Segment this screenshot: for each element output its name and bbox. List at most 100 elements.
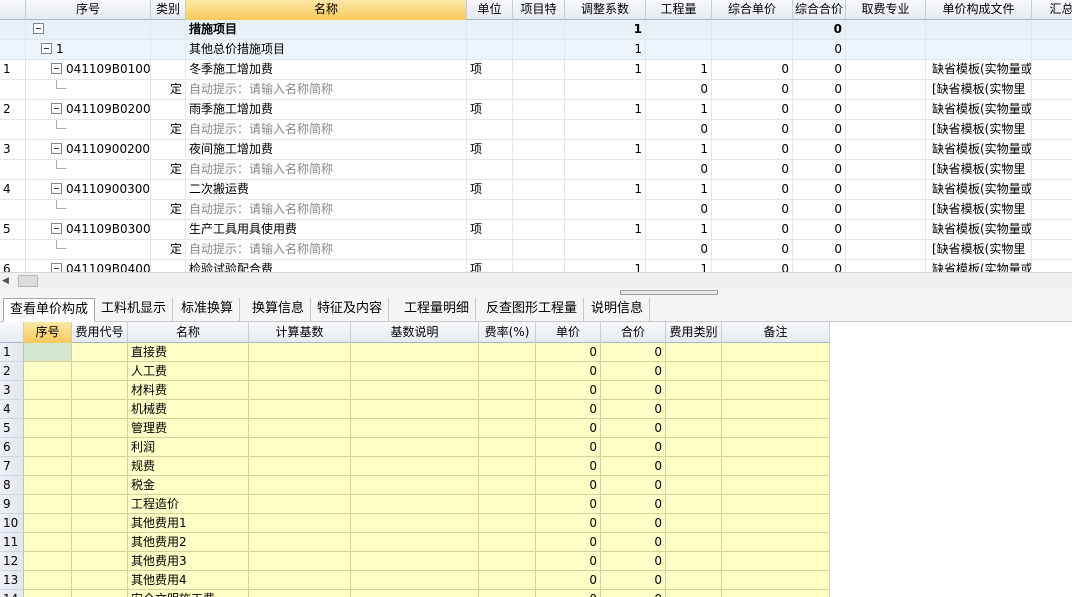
summary-cell[interactable] bbox=[1032, 80, 1072, 100]
quantity-cell[interactable]: 0 bbox=[646, 240, 712, 260]
composition-column-header-6[interactable]: 单价 bbox=[536, 322, 601, 343]
composition-row[interactable]: 12 其他费用3 0 0 bbox=[0, 552, 830, 571]
composition-cell-7[interactable]: 0 bbox=[601, 476, 666, 495]
composition-cell-7[interactable]: 0 bbox=[601, 495, 666, 514]
composition-cell-3[interactable] bbox=[249, 419, 351, 438]
composition-cell-1[interactable] bbox=[72, 552, 128, 571]
composition-cell-0[interactable] bbox=[24, 419, 72, 438]
name-cell[interactable]: 夜间施工增加费 bbox=[186, 140, 467, 160]
composition-cell-0[interactable] bbox=[24, 438, 72, 457]
composition-cell-7[interactable]: 0 bbox=[601, 533, 666, 552]
composition-cell-8[interactable] bbox=[666, 438, 722, 457]
unit-cell[interactable] bbox=[467, 160, 513, 180]
code-cell[interactable]: 041109B04001 bbox=[26, 260, 151, 272]
composition-row[interactable]: 3 材料费 0 0 bbox=[0, 381, 830, 400]
type-cell[interactable] bbox=[151, 60, 186, 80]
composition-cell-2[interactable]: 其他费用4 bbox=[128, 571, 249, 590]
composition-column-header-9[interactable]: 备注 bbox=[722, 322, 830, 343]
code-cell[interactable]: 041109B02001 bbox=[26, 100, 151, 120]
summary-cell[interactable] bbox=[1032, 120, 1072, 140]
composition-cell-8[interactable] bbox=[666, 590, 722, 597]
feature-cell[interactable] bbox=[513, 240, 565, 260]
table-row[interactable]: 2 041109B02001 雨季施工增加费项 1 1 0 0 缺省模板(实物量或 bbox=[0, 100, 1072, 120]
scrollbar-thumb[interactable] bbox=[18, 275, 38, 287]
column-header-1[interactable]: 类别 bbox=[151, 0, 186, 20]
unit-price-cell[interactable]: 0 bbox=[712, 80, 793, 100]
unit-cell[interactable]: 项 bbox=[467, 60, 513, 80]
unit-cell[interactable]: 项 bbox=[467, 140, 513, 160]
total-price-cell[interactable]: 0 bbox=[793, 120, 846, 140]
composition-cell-7[interactable]: 0 bbox=[601, 590, 666, 597]
tab-3[interactable]: 换算信息 bbox=[246, 298, 312, 322]
price-file-cell[interactable]: [缺省模板(实物里 bbox=[926, 80, 1032, 100]
composition-cell-7[interactable]: 0 bbox=[601, 438, 666, 457]
composition-cell-9[interactable] bbox=[722, 514, 830, 533]
composition-cell-3[interactable] bbox=[249, 400, 351, 419]
composition-column-header-0[interactable]: 序号 bbox=[24, 322, 72, 343]
composition-cell-9[interactable] bbox=[722, 552, 830, 571]
composition-cell-9[interactable] bbox=[722, 533, 830, 552]
composition-row[interactable]: 6 利润 0 0 bbox=[0, 438, 830, 457]
composition-row[interactable]: 11 其他费用2 0 0 bbox=[0, 533, 830, 552]
quantity-cell[interactable]: 0 bbox=[646, 120, 712, 140]
composition-cell-3[interactable] bbox=[249, 552, 351, 571]
name-cell[interactable]: 自动提示：请输入名称简称 bbox=[186, 200, 467, 220]
tab-4[interactable]: 特征及内容 bbox=[311, 298, 390, 322]
composition-row[interactable]: 1 直接费 0 0 bbox=[0, 343, 830, 362]
composition-cell-4[interactable] bbox=[351, 400, 479, 419]
summary-cell[interactable] bbox=[1032, 260, 1072, 272]
name-cell[interactable]: 自动提示：请输入名称简称 bbox=[186, 160, 467, 180]
collapse-toggle-icon[interactable] bbox=[33, 23, 44, 34]
summary-cell[interactable] bbox=[1032, 220, 1072, 240]
composition-cell-5[interactable] bbox=[479, 495, 536, 514]
type-cell[interactable]: 定 bbox=[151, 200, 186, 220]
coefficient-cell[interactable]: 1 bbox=[565, 220, 646, 240]
code-cell[interactable] bbox=[26, 240, 151, 260]
unit-cell[interactable]: 项 bbox=[467, 180, 513, 200]
feature-cell[interactable] bbox=[513, 20, 565, 40]
name-cell[interactable]: 二次搬运费 bbox=[186, 180, 467, 200]
name-cell[interactable]: 冬季施工增加费 bbox=[186, 60, 467, 80]
composition-cell-0[interactable] bbox=[24, 476, 72, 495]
total-price-cell[interactable]: 0 bbox=[793, 140, 846, 160]
name-cell[interactable]: 生产工具用具使用费 bbox=[186, 220, 467, 240]
summary-cell[interactable] bbox=[1032, 60, 1072, 80]
price-file-cell[interactable]: 缺省模板(实物量或 bbox=[926, 60, 1032, 80]
composition-cell-4[interactable] bbox=[351, 343, 479, 362]
code-cell[interactable]: 041109B01001 bbox=[26, 60, 151, 80]
price-file-cell[interactable]: [缺省模板(实物里 bbox=[926, 200, 1032, 220]
composition-column-header-8[interactable]: 费用类别 bbox=[666, 322, 722, 343]
composition-row[interactable]: 14 安全文明施工费 00 bbox=[0, 590, 830, 597]
composition-cell-2[interactable]: 安全文明施工费 bbox=[128, 590, 249, 597]
name-cell[interactable]: 自动提示：请输入名称简称 bbox=[186, 240, 467, 260]
composition-cell-4[interactable] bbox=[351, 571, 479, 590]
composition-cell-6[interactable]: 0 bbox=[536, 590, 601, 597]
composition-cell-8[interactable] bbox=[666, 400, 722, 419]
total-price-cell[interactable]: 0 bbox=[793, 160, 846, 180]
composition-cell-6[interactable]: 0 bbox=[536, 419, 601, 438]
table-row[interactable]: 4 041109003001 二次搬运费项 1 1 0 0 缺省模板(实物量或 bbox=[0, 180, 1072, 200]
composition-cell-8[interactable] bbox=[666, 552, 722, 571]
composition-cell-0[interactable] bbox=[24, 362, 72, 381]
composition-cell-0[interactable] bbox=[24, 571, 72, 590]
fee-specialty-cell[interactable] bbox=[846, 200, 926, 220]
quantity-cell[interactable] bbox=[646, 20, 712, 40]
feature-cell[interactable] bbox=[513, 200, 565, 220]
fee-specialty-cell[interactable] bbox=[846, 180, 926, 200]
composition-cell-6[interactable]: 0 bbox=[536, 457, 601, 476]
composition-cell-5[interactable] bbox=[479, 457, 536, 476]
composition-cell-8[interactable] bbox=[666, 533, 722, 552]
composition-cell-3[interactable] bbox=[249, 495, 351, 514]
unit-price-cell[interactable]: 0 bbox=[712, 220, 793, 240]
column-header-0[interactable]: 序号 bbox=[26, 0, 151, 20]
type-cell[interactable] bbox=[151, 260, 186, 272]
type-cell[interactable] bbox=[151, 100, 186, 120]
composition-cell-1[interactable] bbox=[72, 381, 128, 400]
price-file-cell[interactable] bbox=[926, 20, 1032, 40]
price-file-cell[interactable]: [缺省模板(实物里 bbox=[926, 240, 1032, 260]
composition-cell-0[interactable] bbox=[24, 400, 72, 419]
code-cell[interactable] bbox=[26, 160, 151, 180]
composition-row[interactable]: 8 税金 0 0 bbox=[0, 476, 830, 495]
composition-cell-1[interactable] bbox=[72, 400, 128, 419]
feature-cell[interactable] bbox=[513, 40, 565, 60]
